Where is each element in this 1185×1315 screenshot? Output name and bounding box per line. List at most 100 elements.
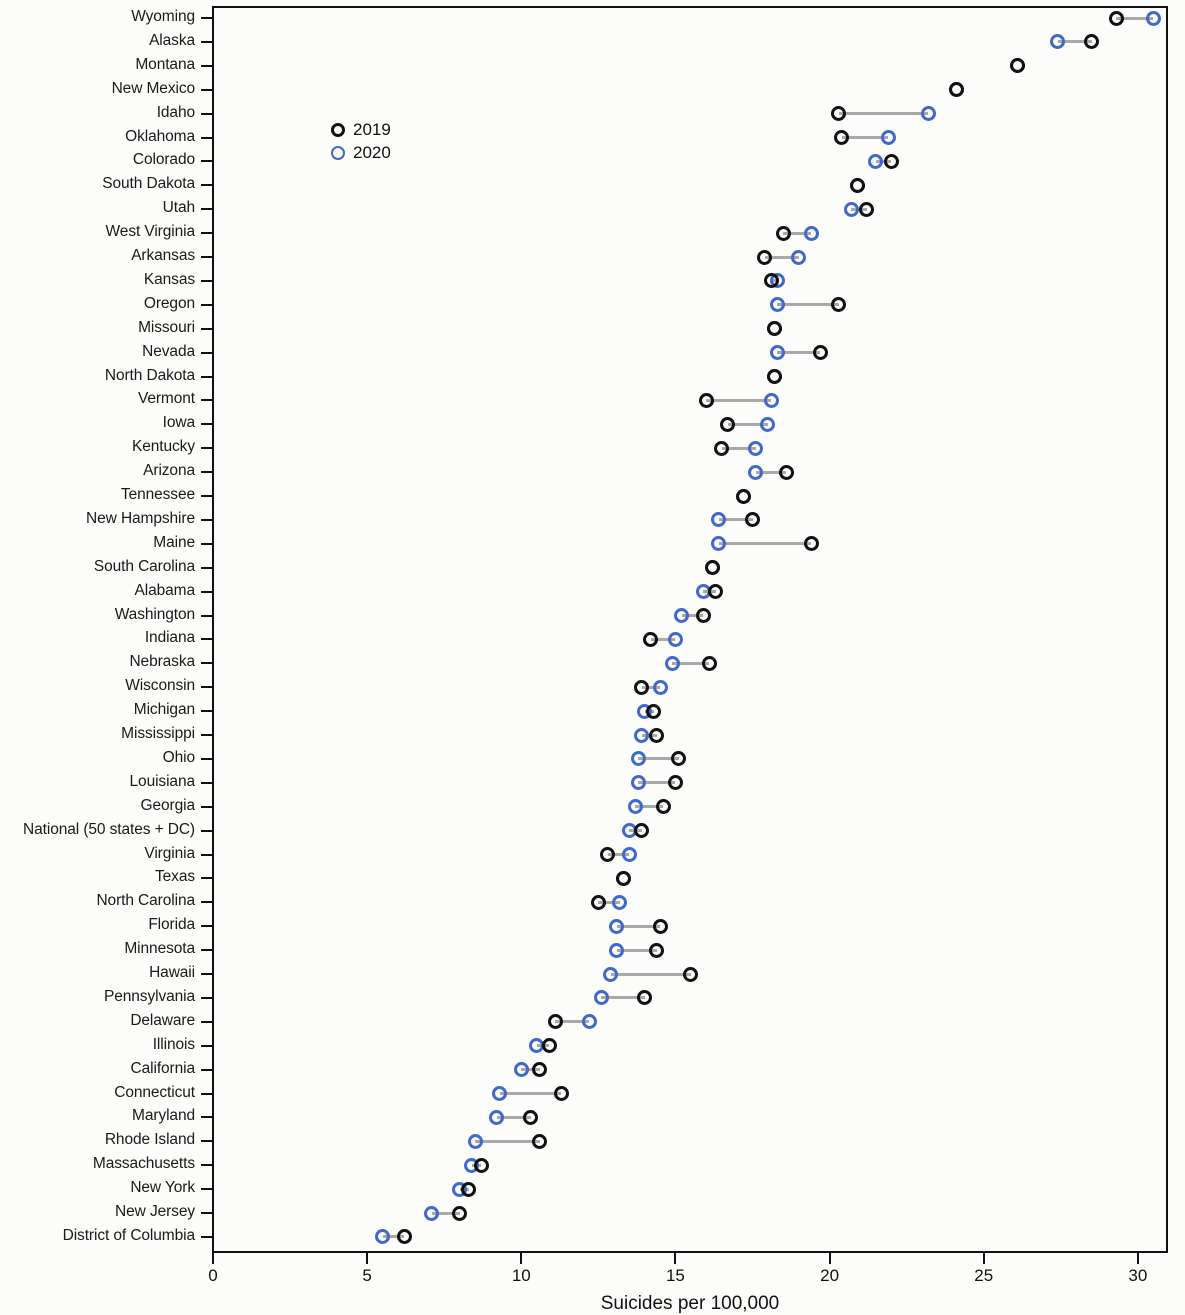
data-point-2020: [769, 297, 785, 313]
y-axis-tick: [201, 1116, 212, 1119]
y-axis-category-label: Idaho: [156, 103, 195, 121]
y-axis-category-label: District of Columbia: [62, 1226, 195, 1244]
y-axis-category-label: Colorado: [132, 151, 195, 169]
y-axis-tick: [201, 232, 212, 235]
y-axis-category-label: Utah: [162, 199, 195, 217]
y-axis-tick: [201, 64, 212, 67]
y-axis-tick: [201, 925, 212, 928]
data-point-2019: [523, 1109, 539, 1125]
data-point-2020: [769, 345, 785, 361]
y-axis-category-label: Pennsylvania: [104, 987, 195, 1005]
x-axis-tick: [212, 1253, 214, 1264]
y-axis-category-label: Arizona: [143, 462, 195, 480]
y-axis-tick: [201, 423, 212, 426]
y-axis-category-label: Oklahoma: [125, 127, 195, 145]
data-point-2020: [609, 918, 625, 934]
data-point-2019: [652, 918, 668, 934]
y-axis-tick: [201, 399, 212, 402]
data-point-2020: [803, 225, 819, 241]
data-point-2019: [634, 679, 650, 695]
y-axis-category-label: Maine: [153, 533, 195, 551]
y-axis-tick: [201, 781, 212, 784]
y-axis-tick: [201, 303, 212, 306]
data-point-2019: [695, 608, 711, 623]
legend-item-2020[interactable]: 2020: [331, 143, 421, 164]
data-point-2019: [859, 201, 875, 217]
data-point-2019: [849, 177, 865, 193]
y-axis-tick: [201, 949, 212, 952]
data-point-2020: [880, 130, 896, 145]
data-point-2019: [714, 440, 730, 456]
y-axis-category-label: Minnesota: [124, 940, 195, 958]
y-axis-category-label: Georgia: [140, 796, 196, 814]
y-axis-category-label: Nebraska: [129, 653, 195, 671]
y-axis-category-label: South Dakota: [102, 175, 195, 193]
data-point-2020: [603, 966, 619, 982]
value-connector-line: [499, 1092, 562, 1095]
value-connector-line: [475, 1139, 540, 1143]
y-axis-tick: [201, 1164, 212, 1167]
data-point-2020: [424, 1205, 440, 1221]
y-axis-tick: [201, 88, 212, 91]
dumbbell-chart: Wyoming Alaska Montana New Mexico Idaho Oklah…: [0, 0, 1185, 1314]
legend-label: 2020: [353, 143, 391, 162]
x-axis-tick-label: 30: [1128, 1266, 1148, 1285]
y-axis-category-label: Illinois: [152, 1035, 195, 1053]
y-axis-category-label: Mississippi: [121, 725, 195, 742]
data-point-2019: [646, 703, 662, 719]
x-axis-tick-label: 15: [665, 1266, 685, 1285]
x-axis-tick: [1136, 1253, 1139, 1264]
y-axis-category-label: Florida: [148, 916, 195, 934]
data-point-2019: [590, 894, 606, 910]
y-axis-category-label: South Carolina: [93, 557, 195, 575]
y-axis-tick: [201, 566, 212, 569]
data-point-2020: [621, 847, 637, 862]
y-axis-category-label: Nevada: [142, 342, 195, 360]
y-axis-category-label: New Mexico: [111, 79, 196, 97]
data-point-2019: [541, 1038, 557, 1054]
legend-item-2019[interactable]: 2019: [331, 120, 421, 141]
y-axis-category-label: Kentucky: [132, 438, 195, 456]
x-axis-tick-label: 0: [208, 1266, 218, 1285]
y-axis-category-label: National (50 states + DC): [23, 820, 195, 838]
data-point-2019: [803, 536, 819, 552]
data-point-2019: [948, 82, 964, 98]
y-axis-tick: [201, 447, 212, 450]
x-axis-tick-label: 25: [974, 1266, 994, 1285]
data-point-2020: [664, 655, 680, 671]
data-point-2019: [452, 1205, 468, 1221]
y-axis-category-label: Tennessee: [120, 486, 195, 503]
y-axis-category-label: Connecticut: [114, 1083, 195, 1101]
x-axis-title: Suicides per 100,000: [600, 1293, 780, 1314]
y-axis-tick: [201, 829, 212, 832]
data-point-2019: [1108, 10, 1124, 26]
data-point-2020: [1145, 10, 1161, 26]
y-axis-tick: [201, 112, 212, 115]
y-axis-category-label: North Dakota: [104, 366, 195, 384]
y-axis-tick: [201, 614, 212, 617]
y-axis-category-label: Wyoming: [131, 8, 195, 25]
y-axis-tick: [201, 805, 212, 808]
value-connector-line: [610, 972, 691, 976]
y-axis-tick: [201, 471, 212, 474]
data-point-2019: [615, 870, 631, 886]
data-point-2019: [766, 369, 782, 384]
data-point-2019: [649, 727, 665, 743]
x-axis-tick: [982, 1253, 985, 1264]
y-axis-category-label: California: [130, 1059, 196, 1077]
y-axis-tick: [201, 40, 212, 43]
y-axis-tick: [201, 1188, 212, 1191]
data-point-2019: [473, 1157, 489, 1173]
y-axis-tick: [201, 1020, 212, 1023]
y-axis-category-label: New Hampshire: [86, 509, 195, 527]
data-point-2020: [627, 799, 643, 815]
y-axis-category-label: Kansas: [143, 270, 195, 288]
y-axis-category-label: Oregon: [143, 294, 195, 312]
y-axis-tick: [201, 256, 212, 258]
y-axis-category-label: Wisconsin: [125, 677, 195, 695]
y-axis-tick: [201, 375, 212, 378]
x-axis-tick-label: 10: [511, 1266, 531, 1285]
y-axis-category-label: New Jersey: [115, 1203, 195, 1220]
chart-legend: 2019 2020: [331, 120, 421, 167]
legend-label: 2019: [353, 120, 391, 139]
